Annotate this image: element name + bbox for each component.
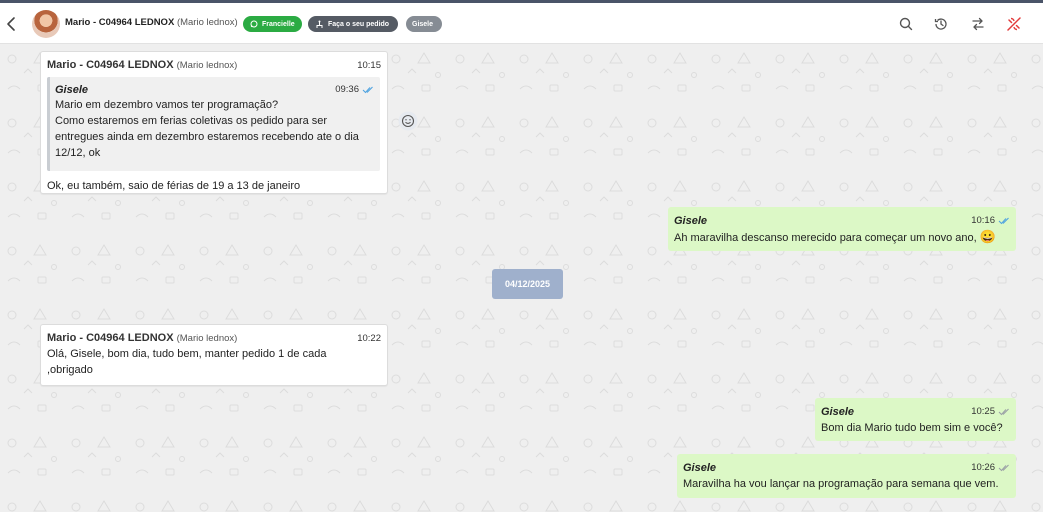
close-ticket-icon[interactable]: [1006, 16, 1022, 32]
quoted-line: Mario em dezembro vamos ter programação?: [55, 99, 279, 111]
emoji-reaction-icon[interactable]: [398, 111, 418, 131]
tag-gisele[interactable]: Gisele: [406, 16, 442, 32]
quoted-time: 09:36: [335, 84, 359, 95]
message-sender: Gisele: [821, 406, 855, 418]
author-name: Mario - C04964 LEDNOX: [47, 332, 174, 344]
grinning-emoji: 😀: [979, 229, 996, 244]
quoted-message[interactable]: Gisele 09:36 Mario em dezembro vamos ter…: [47, 77, 380, 171]
message-text: Olá, Gisele, bom dia, tudo bem, manter p…: [47, 346, 377, 378]
quoted-sender: Gisele: [55, 84, 89, 96]
message-text-wrap: Ah maravilha descanso merecido para come…: [674, 229, 996, 246]
message-line: Olá, Gisele, bom dia, tudo bem, manter p…: [47, 348, 327, 360]
quoted-time-wrap: 09:36: [335, 82, 374, 98]
double-check-icon: [362, 86, 373, 94]
contact-subname: (Mario lednox): [176, 17, 238, 28]
message-time: 10:26: [971, 462, 995, 473]
message-time-wrap: 10:16: [971, 213, 1010, 229]
history-icon[interactable]: [933, 16, 949, 32]
message-text: Ok, eu também, saio de férias de 19 a 13…: [47, 180, 301, 192]
message-time: 10:25: [971, 406, 995, 417]
message-author: Mario - C04964 LEDNOX (Mario lednox): [47, 330, 237, 347]
message-text: Bom dia Mario tudo bem sim e você?: [821, 422, 1003, 434]
message-sender: Gisele: [683, 462, 717, 474]
message-line: ,obrigado: [47, 364, 93, 376]
tag-label: Faça o seu pedido: [328, 20, 390, 28]
message-time: 10:16: [971, 215, 995, 226]
transfer-icon[interactable]: [970, 16, 986, 32]
quoted-text: Mario em dezembro vamos ter programação?…: [55, 97, 375, 161]
search-icon[interactable]: [898, 16, 914, 32]
message-time: 10:15: [357, 60, 381, 71]
date-separator: 04/12/2025: [492, 269, 563, 299]
message-outgoing[interactable]: Gisele 10:26 Maravilha ha vou lançar na …: [677, 454, 1016, 498]
message-incoming[interactable]: Mario - C04964 LEDNOX (Mario lednox) 10:…: [40, 51, 388, 194]
quoted-line: entregues ainda em dezembro estaremos re…: [55, 131, 359, 143]
avatar[interactable]: [32, 10, 60, 38]
tag-label: Francielle: [262, 20, 295, 28]
quoted-line: 12/12, ok: [55, 147, 101, 159]
message-time-wrap: 10:25: [971, 404, 1010, 420]
author-subname: (Mario lednox): [176, 60, 238, 71]
quoted-line: Como estaremos em ferias coletivas os pe…: [55, 115, 328, 127]
message-time: 10:22: [357, 333, 381, 344]
double-check-icon: [998, 464, 1009, 472]
message-sender: Gisele: [674, 215, 708, 227]
message-author: Mario - C04964 LEDNOX (Mario lednox): [47, 57, 237, 74]
message-time-wrap: 10:26: [971, 460, 1010, 476]
author-name: Mario - C04964 LEDNOX: [47, 59, 174, 71]
back-icon[interactable]: [4, 15, 20, 33]
message-outgoing[interactable]: Gisele 10:25 Bom dia Mario tudo bem sim …: [815, 398, 1016, 441]
message-text: Ah maravilha descanso merecido para come…: [674, 232, 977, 244]
double-check-icon: [998, 217, 1009, 225]
flow-icon: [316, 20, 323, 28]
double-check-icon: [998, 408, 1009, 416]
chat-header: Mario - C04964 LEDNOX (Mario lednox) Fra…: [0, 3, 1043, 44]
tag-faca-o-seu-pedido[interactable]: Faça o seu pedido: [308, 16, 398, 32]
chat-area[interactable]: Mario - C04964 LEDNOX (Mario lednox) 10:…: [0, 45, 1043, 512]
author-subname: (Mario lednox): [176, 333, 238, 344]
contact-name-text: Mario - C04964 LEDNOX: [65, 17, 175, 28]
message-outgoing[interactable]: Gisele 10:16 Ah maravilha descanso merec…: [668, 207, 1016, 251]
message-incoming[interactable]: Mario - C04964 LEDNOX (Mario lednox) 10:…: [40, 324, 388, 386]
contact-name[interactable]: Mario - C04964 LEDNOX (Mario lednox): [65, 17, 238, 28]
tag-label: Gisele: [412, 20, 434, 28]
whatsapp-icon: [250, 20, 258, 28]
message-text: Maravilha ha vou lançar na programação p…: [683, 478, 999, 490]
tag-francielle[interactable]: Francielle: [243, 16, 302, 32]
